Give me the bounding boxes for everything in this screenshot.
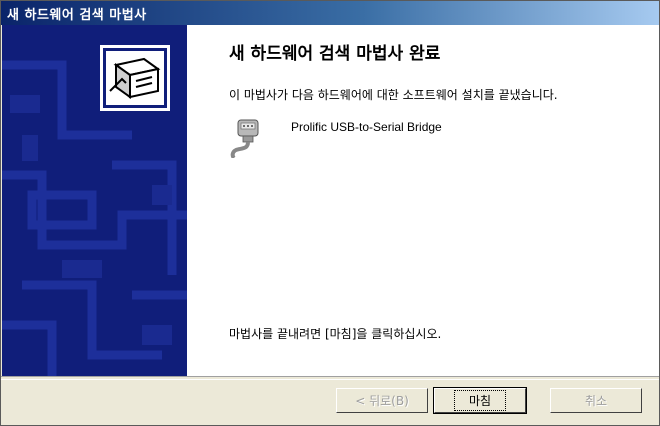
content-panel: 새 하드웨어 검색 마법사 완료 이 마법사가 다음 하드웨어에 대한 소프트웨… (187, 25, 659, 376)
finish-instruction: 마법사를 끝내려면 [마침]을 클릭하십시오. (229, 327, 442, 341)
title-bar[interactable]: 새 하드웨어 검색 마법사 (1, 1, 659, 25)
finish-button[interactable]: 마침 (433, 387, 527, 414)
cancel-button[interactable]: 취소 (550, 388, 642, 413)
back-button[interactable]: < 뒤로(B) (336, 388, 428, 413)
finish-button-label: 마침 (453, 390, 507, 411)
completion-description: 이 마법사가 다음 하드웨어에 대한 소프트웨어 설치를 끝냈습니다. (229, 88, 558, 102)
wizard-window: 새 하드웨어 검색 마법사 새 하드웨어 검색 마법사 완료 이 마법사가 다음… (0, 0, 660, 426)
page-title: 새 하드웨어 검색 마법사 완료 (229, 44, 441, 64)
usb-plug-icon (228, 118, 262, 160)
window-title: 새 하드웨어 검색 마법사 (7, 8, 147, 23)
device-name: Prolific USB-to-Serial Bridge (291, 120, 442, 134)
hardware-wizard-icon (100, 45, 170, 111)
side-banner (2, 25, 187, 376)
footer-divider (1, 376, 659, 380)
